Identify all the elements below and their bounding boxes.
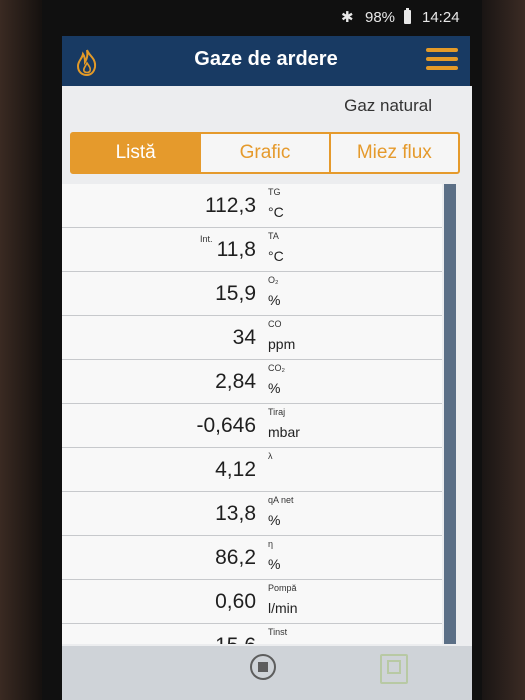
list-item[interactable]: 2,84 CO₂ % [62,360,442,404]
stop-icon[interactable] [250,654,276,680]
list-item[interactable]: 13,8 qA net % [62,492,442,536]
tab-flow-core[interactable]: Miez flux [331,134,458,172]
status-bar: ✱ 98% 14:24 [42,0,482,34]
reading-value: 11,8 [216,238,256,261]
reading-unit: °C [268,248,284,264]
list-item[interactable]: 4,12 λ [62,448,442,492]
menu-icon[interactable] [426,48,458,72]
reading-label: η [268,539,274,549]
reading-value: -0,646 [196,414,256,437]
list-item[interactable]: Int. 11,8 TA °C [62,228,442,272]
list-item[interactable]: 0,60 Pompă l/min [62,580,442,624]
list-item[interactable]: 15,6 Tinst °C [62,624,442,644]
reading-label: CO [268,319,282,329]
reading-value: 112,3 [205,194,256,217]
reading-value: 0,60 [215,590,256,613]
reading-value: 4,12 [215,458,256,481]
reading-unit: % [268,292,281,308]
reading-value: 13,8 [215,502,256,525]
battery-percent: 98% [365,9,396,26]
reading-label: Tinst [268,627,288,637]
reading-label: Tiraj [268,407,286,417]
reading-unit: % [268,556,281,572]
reading-unit: % [268,380,281,396]
reading-value: 15,6 [215,634,256,644]
list-scrollbar[interactable] [444,184,456,644]
reading-unit: ppm [268,336,296,352]
screen: ✱ 98% 14:24 Gaze de ardere Gaz natural L… [42,0,482,700]
reading-prefix: Int. [200,234,213,244]
device-frame: ✱ 98% 14:24 Gaze de ardere Gaz natural L… [0,0,525,700]
fuel-type[interactable]: Gaz natural [344,96,432,116]
content-panel: Gaz natural Listă Grafic Miez flux 112,3… [62,86,472,646]
clock: 14:24 [422,9,460,26]
reading-label: TG [268,187,281,197]
view-tabs: Listă Grafic Miez flux [70,132,460,174]
reading-label: TA [268,231,279,241]
list-item[interactable]: 15,9 O₂ % [62,272,442,316]
reading-unit: % [268,512,281,528]
reading-value: 34 [232,326,256,349]
list-item[interactable]: 86,2 η % [62,536,442,580]
measurement-list[interactable]: 112,3 TG °C Int. 11,8 TA °C 15,9 O₂ % 34… [62,184,442,644]
page-title: Gaze de ardere [194,48,338,70]
reading-label: qA net [268,495,294,505]
save-icon[interactable] [380,654,408,684]
list-item[interactable]: -0,646 Tiraj mbar [62,404,442,448]
reading-label: CO₂ [268,363,285,373]
reading-unit: l/min [268,600,298,616]
list-item[interactable]: 112,3 TG °C [62,184,442,228]
tab-graph[interactable]: Grafic [201,134,331,172]
app-header: Gaze de ardere [62,36,470,86]
battery-icon [404,8,411,24]
reading-value: 15,9 [215,282,256,305]
reading-label: O₂ [268,275,279,285]
reading-value: 2,84 [215,370,256,393]
list-item[interactable]: 34 CO ppm [62,316,442,360]
tab-list[interactable]: Listă [72,134,202,172]
reading-unit: °C [268,204,284,220]
bluetooth-icon: ✱ [341,9,354,26]
bottom-toolbar [62,646,472,700]
reading-value: 86,2 [215,546,256,569]
reading-label: Pompă [268,583,297,593]
reading-unit: mbar [268,424,300,440]
reading-label: λ [268,451,273,461]
